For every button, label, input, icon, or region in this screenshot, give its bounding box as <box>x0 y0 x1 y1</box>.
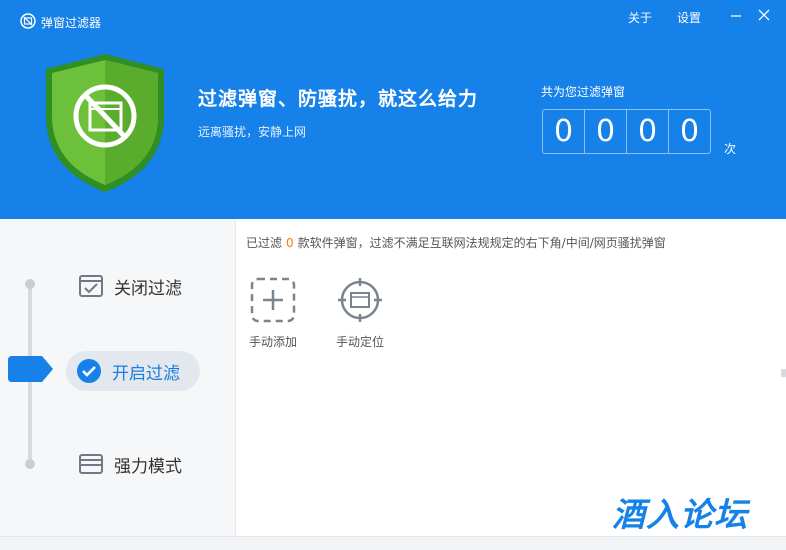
counter-digit: 0 <box>679 114 700 149</box>
crosshair-window-icon <box>338 278 382 322</box>
checkmark-circle-icon <box>77 359 101 383</box>
mode-off-button[interactable]: 关闭过滤 <box>78 273 182 299</box>
forum-watermark: 酒入论坛 <box>612 495 748 534</box>
counter-unit: 次 <box>724 142 737 156</box>
close-icon[interactable] <box>757 8 771 22</box>
slider-stop-dot[interactable] <box>25 459 35 469</box>
filtered-software-count: 0 <box>286 236 294 250</box>
filter-info: 已过滤 0 款软件弹窗，过滤不满足互联网法规规定的右下角/中间/网页骚扰弹窗 <box>246 234 666 251</box>
window-stack-icon <box>79 454 103 474</box>
counter-digit: 0 <box>585 110 627 153</box>
filter-info-prefix: 已过滤 <box>246 236 283 250</box>
filter-counter: 0 0 0 0 <box>542 109 711 154</box>
counter-label: 共为您过滤弹窗 <box>541 85 626 99</box>
manual-locate-button[interactable]: 手动定位 <box>330 277 390 350</box>
mode-off-label: 关闭过滤 <box>114 278 182 299</box>
slider-pointer-icon[interactable] <box>8 356 54 382</box>
mode-on-label: 开启过滤 <box>112 363 180 384</box>
about-link[interactable]: 关于 <box>628 9 652 26</box>
scrollbar-marker[interactable] <box>781 369 786 377</box>
manual-locate-label: 手动定位 <box>335 335 384 349</box>
dashed-plus-icon <box>250 277 296 323</box>
mode-strong-label: 强力模式 <box>114 456 182 477</box>
counter-digit: 0 <box>627 110 669 153</box>
shield-icon <box>46 54 164 192</box>
app-logo-icon <box>20 13 36 29</box>
mode-sidebar: 关闭过滤 开启过滤 强力模式 <box>0 219 236 536</box>
filter-info-suffix: 款软件弹窗，过滤不满足互联网法规规定的右下角/中间/网页骚扰弹窗 <box>297 236 666 250</box>
slider-stop-dot[interactable] <box>25 279 35 289</box>
bottom-bar <box>0 536 786 550</box>
header-banner: 弹窗过滤器 关于 设置 过滤弹窗、防骚扰，就这么给力 远离骚扰，安静上网 共为您… <box>0 0 786 219</box>
settings-link[interactable]: 设置 <box>677 9 701 26</box>
app-title: 弹窗过滤器 <box>41 16 102 30</box>
minimize-icon[interactable] <box>729 8 743 22</box>
mode-strong-button[interactable]: 强力模式 <box>78 451 182 477</box>
subline: 远离骚扰，安静上网 <box>198 125 307 139</box>
counter-digit: 0 <box>543 110 585 153</box>
manual-add-button[interactable]: 手动添加 <box>243 277 303 350</box>
browser-check-icon <box>79 275 103 297</box>
mode-on-button[interactable]: 开启过滤 <box>66 351 200 391</box>
headline: 过滤弹窗、防骚扰，就这么给力 <box>198 88 479 110</box>
manual-add-label: 手动添加 <box>248 335 297 349</box>
